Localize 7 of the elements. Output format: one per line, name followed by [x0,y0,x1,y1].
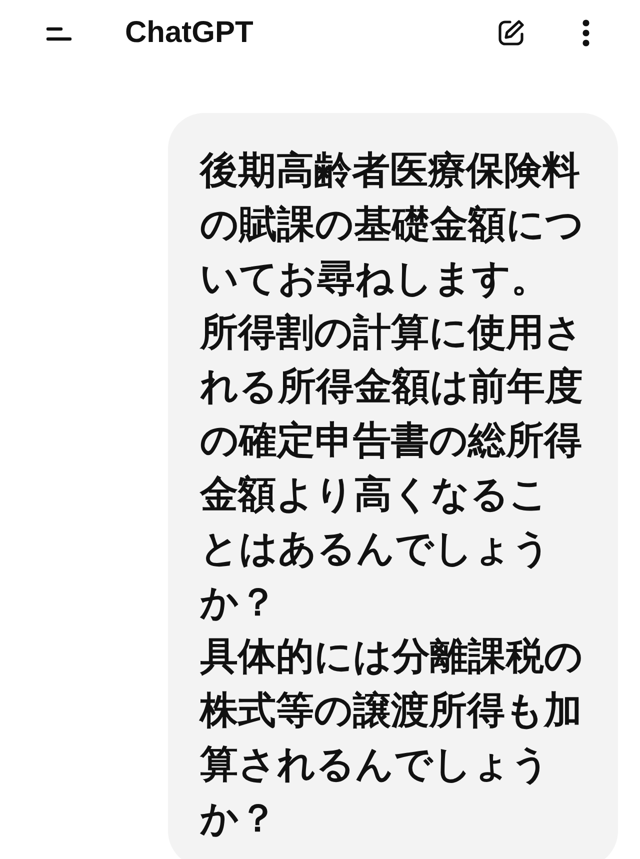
menu-icon[interactable] [46,26,72,42]
message-text: 具体的には分離課税の株式等の譲渡所得も加算されるんでしょうか？ [200,633,584,842]
more-icon[interactable] [582,19,590,47]
message-text: 後期高齢者医療保険料の賦課の基礎金額についてお尋ねします。 [200,147,585,302]
message-text: 所得割の計算に使用される所得金額は前年度の確定申告書の総所得金額より高くなることはあるんでしょうか？ [200,309,584,626]
app-title: ChatGPT [125,16,254,50]
new-chat-icon[interactable] [496,18,526,48]
